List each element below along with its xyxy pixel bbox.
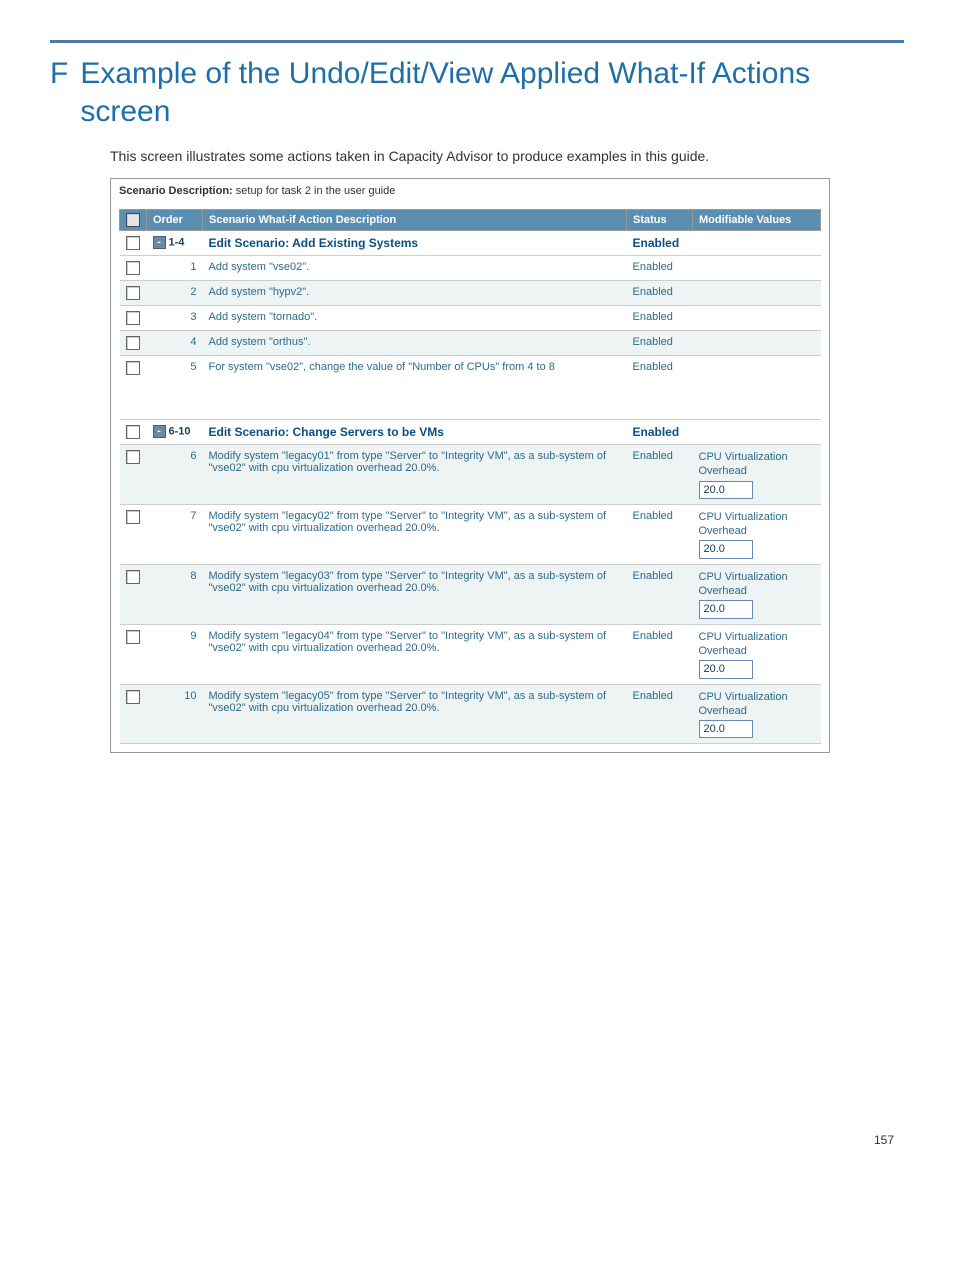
row-desc: Modify system "legacy05" from type "Serv… xyxy=(203,684,627,744)
row-checkbox[interactable] xyxy=(126,450,140,464)
collapse-icon[interactable]: - xyxy=(153,236,166,249)
row-status: Enabled xyxy=(627,281,693,306)
table-row: 1 Add system "vse02". Enabled xyxy=(120,256,821,281)
row-status: Enabled xyxy=(627,564,693,624)
row-status: Enabled xyxy=(627,504,693,564)
mod-value-input[interactable]: 20.0 xyxy=(699,540,753,558)
checkbox-icon[interactable] xyxy=(126,213,140,227)
row-order: 9 xyxy=(147,624,203,684)
mod-value-input[interactable]: 20.0 xyxy=(699,600,753,618)
collapse-icon[interactable]: - xyxy=(153,425,166,438)
row-checkbox[interactable] xyxy=(126,570,140,584)
actions-table: Order Scenario What-if Action Descriptio… xyxy=(119,209,821,744)
intro-text: This screen illustrates some actions tak… xyxy=(110,148,904,164)
row-desc: Modify system "legacy04" from type "Serv… xyxy=(203,624,627,684)
header-mod[interactable]: Modifiable Values xyxy=(693,210,821,231)
row-desc: Modify system "legacy01" from type "Serv… xyxy=(203,445,627,505)
group-range: 6-10 xyxy=(169,425,191,437)
mod-cell: CPU Virtualization Overhead 20.0 xyxy=(693,564,821,624)
row-order: 3 xyxy=(147,306,203,331)
mod-value-input[interactable]: 20.0 xyxy=(699,720,753,738)
table-header-row: Order Scenario What-if Action Descriptio… xyxy=(120,210,821,231)
group-status: Enabled xyxy=(633,425,680,439)
table-row: 10 Modify system "legacy05" from type "S… xyxy=(120,684,821,744)
header-order[interactable]: Order xyxy=(147,210,203,231)
row-desc: Modify system "legacy03" from type "Serv… xyxy=(203,564,627,624)
row-order: 6 xyxy=(147,445,203,505)
row-order: 7 xyxy=(147,504,203,564)
table-row: 3 Add system "tornado". Enabled xyxy=(120,306,821,331)
header-status[interactable]: Status xyxy=(627,210,693,231)
row-status: Enabled xyxy=(627,256,693,281)
mod-label: CPU Virtualization Overhead xyxy=(699,571,788,597)
group-title-1: Edit Scenario: Add Existing Systems xyxy=(209,236,419,250)
row-desc: Add system "hypv2". xyxy=(203,281,627,306)
group-row-1: -1-4 Edit Scenario: Add Existing Systems… xyxy=(120,231,821,256)
table-row: 9 Modify system "legacy04" from type "Se… xyxy=(120,624,821,684)
row-status: Enabled xyxy=(627,624,693,684)
row-status: Enabled xyxy=(627,356,693,420)
row-desc: For system "vse02", change the value of … xyxy=(203,356,627,420)
page-number: 157 xyxy=(50,1133,904,1147)
title-text: Example of the Undo/Edit/View Applied Wh… xyxy=(80,55,904,130)
row-order: 10 xyxy=(147,684,203,744)
table-row: 8 Modify system "legacy03" from type "Se… xyxy=(120,564,821,624)
table-row: 5 For system "vse02", change the value o… xyxy=(120,356,821,420)
screenshot-panel: Scenario Description: setup for task 2 i… xyxy=(110,178,830,753)
row-desc: Add system "vse02". xyxy=(203,256,627,281)
row-order: 8 xyxy=(147,564,203,624)
table-row: 4 Add system "orthus". Enabled xyxy=(120,331,821,356)
row-status: Enabled xyxy=(627,331,693,356)
mod-cell: CPU Virtualization Overhead 20.0 xyxy=(693,504,821,564)
title-letter: F xyxy=(50,55,68,130)
mod-label: CPU Virtualization Overhead xyxy=(699,451,788,477)
row-checkbox[interactable] xyxy=(126,510,140,524)
mod-cell: CPU Virtualization Overhead 20.0 xyxy=(693,445,821,505)
row-checkbox[interactable] xyxy=(126,336,140,350)
group-status: Enabled xyxy=(633,236,680,250)
row-checkbox[interactable] xyxy=(126,311,140,325)
row-status: Enabled xyxy=(627,684,693,744)
row-checkbox[interactable] xyxy=(126,361,140,375)
row-checkbox[interactable] xyxy=(126,286,140,300)
row-order: 2 xyxy=(147,281,203,306)
mod-value-input[interactable]: 20.0 xyxy=(699,481,753,499)
table-row: 7 Modify system "legacy02" from type "Se… xyxy=(120,504,821,564)
header-select-all[interactable] xyxy=(120,210,147,231)
row-order: 4 xyxy=(147,331,203,356)
scenario-description: Scenario Description: setup for task 2 i… xyxy=(119,185,821,197)
row-checkbox[interactable] xyxy=(126,236,140,250)
row-desc: Add system "orthus". xyxy=(203,331,627,356)
group-row-2: -6-10 Edit Scenario: Change Servers to b… xyxy=(120,420,821,445)
page-title: F Example of the Undo/Edit/View Applied … xyxy=(50,55,904,130)
table-row: 6 Modify system "legacy01" from type "Se… xyxy=(120,445,821,505)
top-rule xyxy=(50,40,904,43)
row-checkbox[interactable] xyxy=(126,425,140,439)
group-title-2: Edit Scenario: Change Servers to be VMs xyxy=(209,425,444,439)
group-order: -1-4 xyxy=(147,231,203,256)
row-status: Enabled xyxy=(627,306,693,331)
mod-cell: CPU Virtualization Overhead 20.0 xyxy=(693,684,821,744)
mod-cell: CPU Virtualization Overhead 20.0 xyxy=(693,624,821,684)
table-row: 2 Add system "hypv2". Enabled xyxy=(120,281,821,306)
mod-label: CPU Virtualization Overhead xyxy=(699,631,788,657)
row-order: 5 xyxy=(147,356,203,420)
scenario-value: setup for task 2 in the user guide xyxy=(236,185,396,197)
group-range: 1-4 xyxy=(169,236,185,248)
row-checkbox[interactable] xyxy=(126,690,140,704)
row-desc: Add system "tornado". xyxy=(203,306,627,331)
row-checkbox[interactable] xyxy=(126,630,140,644)
mod-label: CPU Virtualization Overhead xyxy=(699,691,788,717)
row-desc: Modify system "legacy02" from type "Serv… xyxy=(203,504,627,564)
header-desc[interactable]: Scenario What-if Action Description xyxy=(203,210,627,231)
row-checkbox[interactable] xyxy=(126,261,140,275)
mod-label: CPU Virtualization Overhead xyxy=(699,511,788,537)
group-order: -6-10 xyxy=(147,420,203,445)
scenario-label: Scenario Description: xyxy=(119,185,233,197)
row-order: 1 xyxy=(147,256,203,281)
mod-value-input[interactable]: 20.0 xyxy=(699,660,753,678)
row-status: Enabled xyxy=(627,445,693,505)
